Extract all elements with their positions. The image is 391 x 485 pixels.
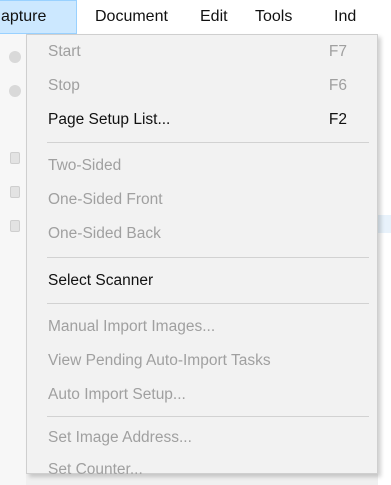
menu-edit[interactable]: Edit	[200, 0, 228, 34]
menu-separator	[47, 416, 369, 417]
menu-item-one-sided-back[interactable]: One-Sided Back	[27, 217, 377, 251]
stop-icon	[9, 85, 21, 97]
menu-item-set-counter-label: Set Counter...	[48, 461, 143, 478]
menu-item-manual-import-images-label: Manual Import Images...	[48, 318, 216, 335]
menu-item-two-sided[interactable]: Two-Sided	[27, 149, 377, 183]
background-toolbar-strip	[0, 34, 26, 485]
menu-item-one-sided-front[interactable]: One-Sided Front	[27, 183, 377, 217]
menu-item-one-sided-back-label: One-Sided Back	[48, 225, 161, 242]
menu-item-start-shortcut: F7	[328, 43, 347, 60]
one-sided-back-icon	[10, 220, 20, 232]
menu-item-page-setup-list-label: Page Setup List...	[48, 111, 171, 128]
menu-document-label: Document	[95, 8, 168, 25]
menu-separator	[47, 303, 369, 304]
menu-tools[interactable]: Tools	[255, 0, 292, 34]
menu-item-select-scanner-label: Select Scanner	[48, 272, 154, 289]
menu-capture-label: apture	[1, 8, 47, 25]
menu-item-auto-import-setup[interactable]: Auto Import Setup...	[27, 378, 377, 412]
menu-capture[interactable]: apture	[0, 0, 77, 34]
menu-index[interactable]: Ind	[334, 0, 356, 34]
menu-item-page-setup-list[interactable]: Page Setup List... F2	[27, 103, 377, 137]
background-window-highlight	[378, 215, 391, 233]
start-icon	[9, 51, 21, 63]
background-window-edge	[378, 34, 391, 485]
menu-item-auto-import-setup-label: Auto Import Setup...	[48, 386, 186, 403]
menu-item-two-sided-label: Two-Sided	[48, 157, 122, 174]
one-sided-front-icon	[10, 186, 20, 198]
capture-dropdown-menu: Start F7 Stop F6 Page Setup List... F2 T…	[26, 34, 378, 478]
menu-item-one-sided-front-label: One-Sided Front	[48, 191, 163, 208]
menu-item-manual-import-images[interactable]: Manual Import Images...	[27, 310, 377, 344]
menu-index-label: Ind	[334, 8, 357, 25]
menu-item-select-scanner[interactable]: Select Scanner	[27, 264, 377, 298]
app-window: apture Document Edit Tools Ind Start F7 …	[0, 0, 391, 485]
menu-item-set-counter[interactable]: Set Counter...	[27, 453, 377, 485]
menu-document[interactable]: Document	[95, 0, 168, 34]
menu-item-set-image-address-label: Set Image Address...	[48, 429, 192, 446]
menu-item-view-pending-auto-import-tasks[interactable]: View Pending Auto-Import Tasks	[27, 344, 377, 378]
menu-item-stop-shortcut: F6	[328, 77, 347, 94]
menu-item-set-image-address[interactable]: Set Image Address...	[27, 421, 377, 455]
menu-item-start[interactable]: Start F7	[27, 35, 377, 69]
menu-edit-label: Edit	[200, 8, 228, 25]
menu-separator	[47, 142, 369, 143]
menu-item-start-label: Start	[48, 43, 81, 60]
menu-bar: apture Document Edit Tools Ind	[0, 0, 391, 35]
menu-item-stop[interactable]: Stop F6	[27, 69, 377, 103]
menu-item-stop-label: Stop	[48, 77, 80, 94]
menu-item-page-setup-list-shortcut: F2	[328, 111, 347, 128]
menu-tools-label: Tools	[255, 8, 293, 25]
menu-separator	[47, 257, 369, 258]
two-sided-icon	[10, 152, 20, 164]
menu-item-view-pending-auto-import-tasks-label: View Pending Auto-Import Tasks	[48, 352, 271, 369]
